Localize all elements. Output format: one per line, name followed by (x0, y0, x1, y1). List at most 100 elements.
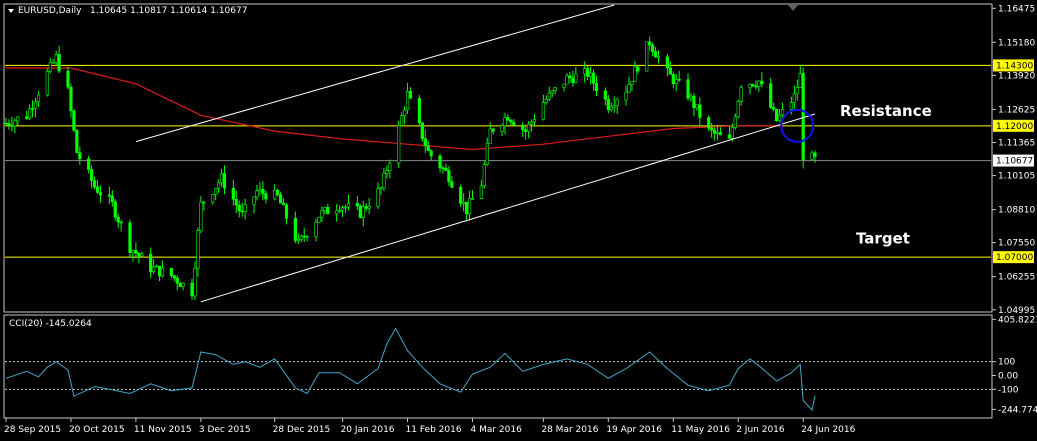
candle-body (648, 41, 652, 46)
candle-body (69, 86, 73, 111)
candle-body (13, 120, 17, 127)
cci-tick-label: -244.7743 (998, 405, 1037, 415)
candle-body (255, 190, 259, 198)
candle-body (78, 152, 82, 160)
candle-body (211, 194, 215, 203)
candle-body (739, 87, 743, 102)
candle-body (733, 116, 737, 128)
candle-body (450, 181, 454, 188)
candle-body (7, 123, 11, 126)
candle-body (364, 206, 368, 209)
candle-body (140, 253, 144, 257)
candle-body (606, 98, 610, 110)
candle-body (795, 87, 799, 95)
candle-body (698, 104, 702, 118)
candle-body (651, 44, 655, 52)
symbol-label: EURUSD,Daily (18, 6, 82, 16)
candle-body (615, 99, 619, 106)
candle-body (379, 187, 383, 190)
candle-body (75, 129, 79, 153)
candle-body (636, 66, 640, 72)
price-tick-label: 1.04995 (998, 306, 1035, 316)
candle-body (813, 152, 817, 157)
candle-body (692, 95, 696, 109)
candle-body (612, 105, 616, 108)
price-candles (4, 36, 817, 301)
indicator-label: CCI(20) -145.0264 (9, 319, 92, 329)
candle-body (730, 127, 734, 139)
candle-body (149, 253, 153, 273)
candle-body (609, 106, 613, 110)
candle-body (134, 250, 138, 254)
candle-body (444, 167, 448, 171)
cci-indicator-pane[interactable]: 405.8221 100 0.00 -100 -244.7743 CCI(20) -14… (3, 314, 1037, 419)
candle-body (376, 188, 380, 207)
candle-body (293, 218, 297, 241)
chart-canvas[interactable]: ResistanceTarget 1.164751.151801.139201.… (0, 0, 1037, 441)
cci-axis: 405.8221 100 0.00 -100 -244.7743 (992, 315, 1037, 415)
chart-shift-marker-icon[interactable] (788, 5, 798, 11)
candle-body (627, 84, 631, 93)
time-tick-label: 20 Jan 2016 (341, 425, 395, 435)
candle-body (358, 205, 362, 218)
time-axis: 28 Sep 2015 20 Oct 2015 11 Nov 2015 3 Dec 2… (4, 418, 856, 435)
cci-tick-label: -100 (998, 385, 1019, 395)
dropdown-arrow-icon[interactable] (8, 9, 14, 13)
candle-body (157, 265, 162, 277)
time-tick-label: 3 Dec 2015 (199, 425, 251, 435)
candle-body (447, 170, 451, 182)
candle-body (326, 207, 330, 215)
candle-body (110, 195, 114, 202)
candle-body (278, 194, 283, 204)
candle-body (423, 138, 427, 146)
candle-body (470, 198, 475, 200)
candle-body (792, 93, 796, 103)
candle-body (169, 267, 173, 276)
candle-body (689, 95, 693, 99)
candle-body (4, 122, 8, 125)
candle-body (314, 221, 318, 237)
candle-body (777, 114, 782, 122)
annotation-label: Resistance (840, 102, 932, 120)
candle-body (402, 109, 407, 117)
candle-body (299, 235, 303, 240)
time-tick-label: 2 Jun 2016 (736, 425, 785, 435)
candle-body (273, 189, 277, 200)
candle-body (28, 108, 32, 119)
price-tick-label: 1.10105 (998, 172, 1035, 182)
candle-body (665, 56, 669, 69)
candle-body (769, 83, 773, 108)
candle-body (754, 85, 758, 88)
candle-body (222, 173, 227, 189)
current-price-label: 1.10677 (996, 157, 1033, 167)
candle-body (429, 150, 433, 157)
candle-body (527, 123, 531, 132)
cci-tick-label: 0.00 (998, 371, 1018, 381)
candle-body (276, 189, 280, 195)
candle-body (113, 201, 117, 218)
candle-body (532, 119, 537, 123)
price-tick-label: 1.16475 (998, 4, 1035, 14)
candle-body (810, 152, 814, 160)
candle-body (57, 54, 61, 72)
candle-body (116, 216, 120, 223)
candle-body (780, 108, 785, 116)
cci-tick-label: 405.8221 (998, 315, 1037, 325)
candle-body (338, 209, 342, 212)
candle-body (284, 204, 289, 219)
candle-body (751, 84, 755, 87)
candle-body (441, 167, 445, 170)
candle-body (583, 68, 587, 75)
candle-body (541, 102, 545, 120)
candle-body (66, 70, 70, 88)
candle-body (710, 127, 714, 131)
moving-average (6, 67, 783, 151)
candle-body (258, 188, 262, 192)
candle-body (488, 128, 492, 144)
candle-body (574, 73, 578, 84)
candle-body (438, 155, 442, 169)
candle-body (320, 210, 324, 218)
main-price-pane[interactable]: ResistanceTarget 1.164751.151801.139201.… (3, 3, 1035, 316)
candle-body (54, 54, 58, 63)
candle-body (668, 67, 672, 75)
